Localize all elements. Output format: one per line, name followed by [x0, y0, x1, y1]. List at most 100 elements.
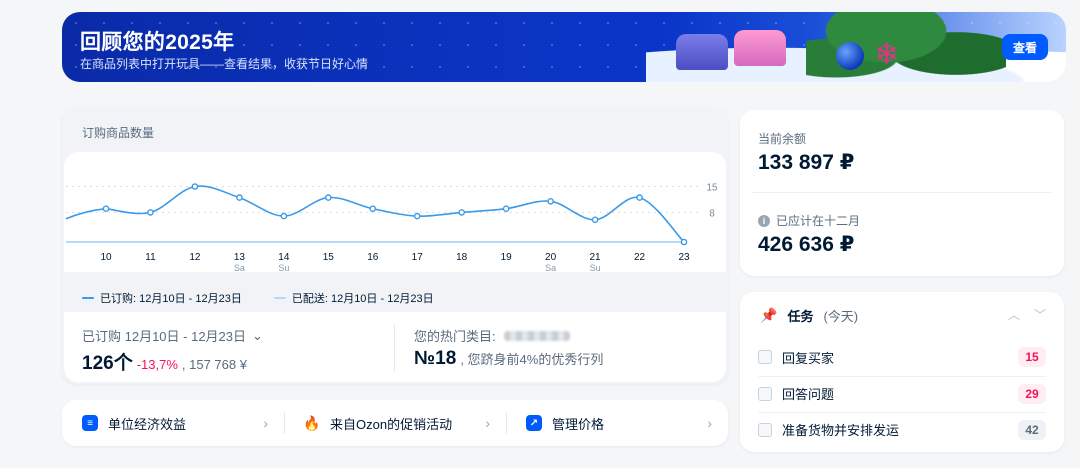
task-label: 回复买家	[782, 350, 835, 366]
link-label: 来自Ozon的促销活动	[330, 416, 453, 432]
hot-category-title: 您的热门类目:	[414, 329, 496, 344]
legend-label: 已配送: 12月10日 - 12月23日	[291, 293, 434, 305]
chart-legend: 已订购: 12月10日 - 12月23日 已配送: 12月10日 - 12月23…	[82, 290, 434, 306]
y-tick-label: 8	[709, 208, 715, 219]
legend-label: 已订购: 12月10日 - 12月23日	[100, 293, 242, 305]
divider	[752, 192, 1052, 193]
ordered-data-point	[680, 238, 688, 246]
x-tick-label: 19	[501, 252, 513, 263]
x-tick-label: 20	[545, 252, 557, 263]
ordered-data-point	[147, 209, 154, 216]
ordered-data-point	[369, 205, 377, 212]
ordered-data-point	[413, 212, 421, 220]
task-count-badge: 29	[1018, 383, 1046, 404]
banner-subtitle: 在商品列表中打开玩具——查看结果，收获节日好心情	[80, 57, 369, 71]
accrued-label-row: i 已应计在十二月	[758, 212, 860, 229]
flame-icon: 🔥	[303, 414, 321, 431]
tasks-title: 任务	[787, 309, 814, 324]
task-checkbox[interactable]	[758, 350, 772, 364]
x-tick-label: 10	[100, 252, 112, 263]
year-review-banner[interactable]: ❄ 回顾您的2025年 在商品列表中打开玩具——查看结果，收获节日好心情 查看	[62, 12, 1066, 82]
divider	[394, 324, 395, 372]
x-tick-label: 16	[367, 252, 379, 263]
link-ozon-promotions[interactable]: 🔥 来自Ozon的促销活动 ›	[284, 400, 506, 446]
chevron-up-icon[interactable]: ︿	[1008, 306, 1020, 323]
chevron-right-icon: ›	[263, 415, 268, 431]
trend-icon: ↗	[526, 415, 542, 431]
x-tick-weekday: Sa	[545, 263, 556, 273]
blurred-category-name	[503, 330, 570, 341]
orders-line-chart: 81510 11 12 13Sa14Su15 16 17 18 19 20Sa21Su22 23	[65, 183, 718, 273]
ordered-data-point	[191, 183, 199, 190]
x-tick-label: 13	[234, 252, 246, 263]
hot-rank: №18	[414, 348, 457, 369]
x-tick-label: 12	[189, 252, 201, 263]
x-tick-label: 17	[412, 252, 424, 263]
x-tick-label: 11	[145, 252, 156, 263]
x-tick-label: 18	[456, 252, 468, 263]
task-label: 准备货物并安排发运	[782, 423, 900, 438]
ordered-data-point	[102, 205, 110, 212]
fir-branch-illustration	[806, 12, 1006, 82]
legend-item-delivered[interactable]: 已配送: 12月10日 - 12月23日	[273, 290, 434, 306]
snowflake-icon: ❄	[874, 38, 900, 71]
ordered-series-line	[65, 185, 685, 243]
current-balance-value: 133 897 ₽	[758, 151, 855, 174]
chevron-right-icon: ›	[707, 415, 712, 431]
legend-swatch	[82, 297, 94, 299]
y-tick-label: 15	[706, 183, 718, 194]
hot-rank-desc: , 您跻身前4%的优秀行列	[460, 352, 604, 367]
link-unit-economics[interactable]: ≡ 单位经济效益 ›	[62, 400, 284, 446]
ordered-change: -13,7%	[136, 357, 178, 372]
ordered-data-point	[280, 212, 288, 220]
x-tick-weekday: Su	[590, 263, 601, 273]
tasks-period: (今天)	[823, 309, 859, 324]
quick-links: ≡ 单位经济效益 › 🔥 来自Ozon的促销活动 › ↗ 管理价格 ›	[62, 400, 728, 446]
x-tick-label: 22	[634, 252, 646, 263]
legend-item-ordered[interactable]: 已订购: 12月10日 - 12月23日	[82, 290, 242, 306]
ordered-data-point	[591, 216, 599, 224]
current-balance-label: 当前余额	[758, 132, 807, 146]
x-tick-weekday: Su	[278, 263, 289, 273]
task-checkbox[interactable]	[758, 422, 772, 437]
balance-card: 当前余额 133 897 ₽ i 已应计在十二月 426 636 ₽	[740, 110, 1064, 276]
chevron-down-icon[interactable]: ﹀	[1034, 306, 1046, 323]
ornament-ball-icon	[836, 42, 864, 70]
document-icon: ≡	[82, 415, 98, 431]
view-button[interactable]: 查看	[1002, 34, 1048, 60]
ordered-data-point	[502, 205, 510, 212]
task-count-badge: 42	[1018, 419, 1046, 440]
ordered-data-point	[636, 194, 643, 201]
task-reply-buyers[interactable]: 回复买家 15	[758, 340, 1046, 374]
chevron-right-icon: ›	[485, 415, 490, 431]
pin-icon: 📌	[760, 307, 778, 323]
tasks-nav: ︿ ﹀	[1008, 306, 1046, 323]
house-illustration	[676, 34, 728, 70]
task-answer-questions[interactable]: 回答问题 29	[758, 376, 1046, 410]
ordered-data-point	[547, 198, 554, 205]
tasks-header: 📌 任务 (今天)	[760, 306, 858, 325]
banner-title: 回顾您的2025年	[80, 31, 235, 54]
info-icon[interactable]: i	[758, 214, 770, 227]
x-tick-label: 21	[590, 252, 602, 263]
task-checkbox[interactable]	[758, 386, 772, 401]
ordered-amount: , 157 768 ¥	[181, 357, 247, 372]
link-label: 单位经济效益	[108, 416, 187, 432]
period-label: 已订购 12月10日 - 12月23日	[82, 329, 247, 344]
legend-swatch	[273, 297, 286, 299]
task-label: 回答问题	[782, 387, 835, 402]
x-tick-label: 15	[323, 252, 335, 263]
accrued-value: 426 636 ₽	[758, 233, 855, 256]
ordered-summary: 126个 -13,7% , 157 768 ¥	[82, 348, 247, 375]
period-selector[interactable]: 已订购 12月10日 - 12月23日 ⌄	[82, 326, 263, 345]
ordered-count: 126个	[82, 353, 133, 374]
accrued-label: 已应计在十二月	[776, 214, 861, 228]
ordered-data-point	[458, 209, 465, 216]
task-prepare-shipment[interactable]: 准备货物并安排发运 42	[758, 412, 1046, 446]
task-count-badge: 15	[1018, 347, 1046, 367]
x-tick-label: 14	[278, 252, 290, 263]
link-manage-prices[interactable]: ↗ 管理价格 ›	[506, 400, 728, 446]
ordered-items-card: 订购商品数量 8 15 10 11 12 13 Sa 14 Su 15 16 17 18 19 20 Sa 21…	[62, 108, 728, 384]
x-tick-weekday: Sa	[234, 263, 245, 273]
hot-category-summary: №18 , 您跻身前4%的优秀行列	[414, 348, 603, 370]
